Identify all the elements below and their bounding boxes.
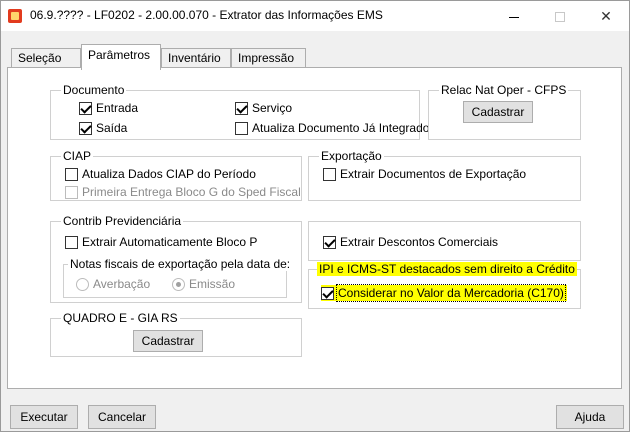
cancelar-button[interactable]: Cancelar	[88, 405, 156, 429]
parametros-tab-page: Documento Entrada Saída Serviço Atualiza…	[7, 67, 622, 389]
considerar-valor-mercadoria-checkbox[interactable]: Considerar no Valor da Mercadoria (C170)	[321, 284, 567, 302]
contrib-group-title: Contrib Previdenciária	[61, 214, 184, 228]
atualiza-ciap-checkbox[interactable]: Atualiza Dados CIAP do Período	[65, 166, 256, 182]
ipi-icms-group: IPI e ICMS-ST destacados sem direito a C…	[308, 262, 581, 309]
emissao-radio: Emissão	[172, 276, 235, 292]
averbacao-label: Averbação	[93, 277, 151, 291]
notas-fiscais-title: Notas fiscais de exportação pela data de…	[68, 257, 293, 271]
ajuda-label: Ajuda	[574, 410, 606, 424]
extrair-bloco-p-checkbox[interactable]: Extrair Automaticamente Bloco P	[65, 234, 257, 250]
servico-label: Serviço	[252, 101, 293, 115]
servico-checkbox[interactable]: Serviço	[235, 100, 292, 116]
quadro-e-title: QUADRO E - GIA RS	[61, 311, 180, 325]
relac-cadastrar-button[interactable]: Cadastrar	[463, 101, 533, 123]
maximize-button	[537, 1, 583, 31]
saida-label: Saída	[96, 121, 128, 135]
radio-circle	[76, 277, 89, 291]
checkbox-box	[321, 286, 334, 300]
notas-fiscais-group: Notas fiscais de exportação pela data de…	[63, 257, 293, 298]
extrair-descontos-label: Extrair Descontos Comerciais	[340, 235, 499, 249]
emissao-label: Emissão	[189, 277, 236, 291]
minimize-button[interactable]	[491, 1, 537, 31]
contrib-previdenciaria-group: Contrib Previdenciária Extrair Automatic…	[50, 214, 302, 303]
close-icon: ✕	[600, 8, 612, 24]
descontos-group: Extrair Descontos Comerciais	[308, 221, 581, 261]
radio-circle	[172, 277, 185, 291]
extrair-bloco-p-label: Extrair Automaticamente Bloco P	[82, 235, 258, 249]
tab-parametros-label: Parâmetros	[88, 48, 151, 62]
checkbox-box	[323, 235, 336, 249]
relac-nat-oper-title: Relac Nat Oper - CFPS	[439, 83, 569, 97]
entrada-label: Entrada	[96, 101, 139, 115]
window-title: 06.9.???? - LF0202 - 2.00.00.070 - Extra…	[30, 8, 383, 22]
tab-impressao[interactable]: Impressão	[231, 48, 306, 68]
ipi-icms-group-title: IPI e ICMS-ST destacados sem direito a C…	[317, 262, 577, 276]
close-button[interactable]: ✕	[583, 1, 629, 31]
checkbox-box	[79, 101, 92, 115]
executar-button[interactable]: Executar	[10, 405, 78, 429]
checkbox-box	[323, 167, 336, 181]
ciap-group: CIAP Atualiza Dados CIAP do Período Prim…	[50, 149, 302, 201]
executar-label: Executar	[20, 410, 68, 424]
entrada-checkbox[interactable]: Entrada	[79, 100, 138, 116]
atualiza-documento-label: Atualiza Documento Já Integrado	[252, 121, 430, 135]
atualiza-ciap-label: Atualiza Dados CIAP do Período	[82, 167, 256, 181]
title-bar[interactable]: 06.9.???? - LF0202 - 2.00.00.070 - Extra…	[1, 1, 629, 31]
extrair-exportacao-label: Extrair Documentos de Exportação	[340, 167, 527, 181]
checkbox-box	[235, 101, 248, 115]
dialog-window: 06.9.???? - LF0202 - 2.00.00.070 - Extra…	[0, 0, 630, 432]
exportacao-group: Exportação Extrair Documentos de Exporta…	[308, 149, 581, 201]
primeira-entrega-checkbox: Primeira Entrega Bloco G do Sped Fiscal	[65, 184, 301, 200]
documento-group-title: Documento	[61, 83, 127, 97]
cancelar-label: Cancelar	[97, 410, 147, 424]
quadro-cadastrar-button[interactable]: Cadastrar	[133, 330, 203, 352]
minimize-icon	[509, 16, 519, 18]
tab-inventario[interactable]: Inventário	[161, 48, 231, 68]
extrair-descontos-checkbox[interactable]: Extrair Descontos Comerciais	[323, 234, 498, 250]
documento-group: Documento Entrada Saída Serviço Atualiza…	[50, 83, 429, 140]
saida-checkbox[interactable]: Saída	[79, 120, 127, 136]
checkbox-box	[79, 121, 92, 135]
checkbox-box	[65, 185, 78, 199]
averbacao-radio: Averbação	[76, 276, 150, 292]
tab-selecao[interactable]: Seleção	[11, 48, 81, 68]
tab-parametros[interactable]: Parâmetros	[81, 44, 161, 70]
extrair-exportacao-checkbox[interactable]: Extrair Documentos de Exportação	[323, 166, 526, 182]
exportacao-group-title: Exportação	[319, 149, 384, 163]
atualiza-documento-checkbox[interactable]: Atualiza Documento Já Integrado	[235, 120, 429, 136]
ciap-group-title: CIAP	[61, 149, 94, 163]
checkbox-box	[235, 121, 248, 135]
app-icon	[8, 9, 22, 23]
quadro-e-gia-rs-group: QUADRO E - GIA RS Cadastrar	[50, 311, 302, 357]
relac-nat-oper-group: Relac Nat Oper - CFPS Cadastrar	[428, 83, 581, 140]
checkbox-box	[65, 235, 78, 249]
ajuda-button[interactable]: Ajuda	[556, 405, 624, 429]
considerar-valor-label: Considerar no Valor da Mercadoria (C170)	[336, 284, 566, 302]
checkbox-box	[65, 167, 78, 181]
maximize-icon	[555, 12, 565, 23]
primeira-entrega-label: Primeira Entrega Bloco G do Sped Fiscal	[82, 185, 301, 199]
